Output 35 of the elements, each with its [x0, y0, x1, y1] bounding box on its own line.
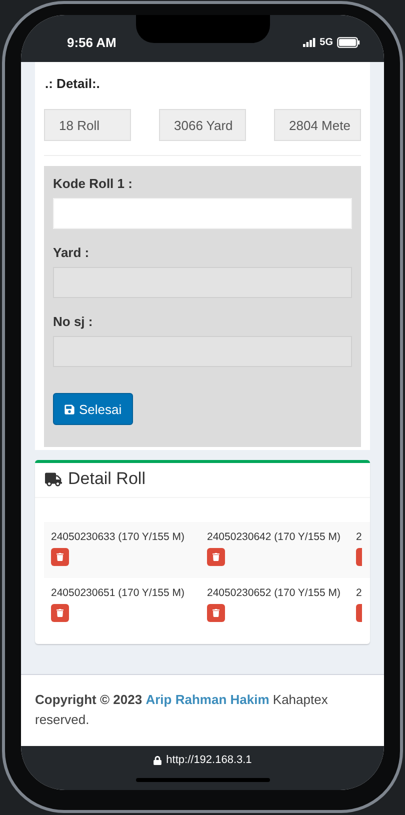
save-icon: [64, 404, 75, 414]
truck-icon: [45, 470, 62, 488]
trash-icon: [212, 609, 220, 617]
delete-button[interactable]: [207, 548, 225, 566]
roll-code: 24050230651 (170 Y/155 M): [51, 587, 186, 599]
roll-code: 2: [356, 587, 362, 599]
field-label: No sj :: [53, 314, 94, 329]
delete-button[interactable]: [51, 548, 69, 566]
roll-code: 24050230652 (170 Y/155 M): [207, 587, 342, 599]
network-label: 5G: [320, 37, 333, 48]
delete-button[interactable]: [356, 604, 362, 622]
signal-icon: [302, 38, 316, 47]
summary-field: 2804 Mete: [274, 109, 361, 141]
trash-icon: [56, 609, 64, 617]
url-text: http://192.168.3.1: [166, 754, 252, 766]
author-link[interactable]: Arip Rahman Hakim: [146, 692, 270, 707]
delete-button[interactable]: [207, 604, 225, 622]
roll-code: 24050230642 (170 Y/155 M): [207, 531, 342, 543]
delete-button[interactable]: [51, 604, 69, 622]
roll-code: 24050230633 (170 Y/155 M): [51, 531, 186, 543]
field-label: Yard :: [53, 245, 90, 260]
section-title: .: Detail:.: [44, 76, 101, 91]
trash-icon: [212, 553, 220, 561]
card-title: Detail Roll: [68, 469, 146, 489]
save-button[interactable]: Selesai: [53, 393, 133, 425]
summary-field: 18 Roll: [44, 109, 131, 141]
battery-icon: [337, 37, 360, 48]
summary-field: 3066 Yard: [159, 109, 246, 141]
delete-button[interactable]: [356, 548, 362, 566]
lock-icon: [153, 756, 162, 764]
field-label: Kode Roll 1 :: [53, 176, 134, 191]
copyright-text: Copyright © 2023 Arip Rahman Hakim Kahaptex reserved.: [35, 691, 329, 729]
roll-code: 2: [356, 531, 362, 543]
trash-icon: [56, 553, 64, 561]
clock: 9:56 AM: [67, 35, 116, 50]
